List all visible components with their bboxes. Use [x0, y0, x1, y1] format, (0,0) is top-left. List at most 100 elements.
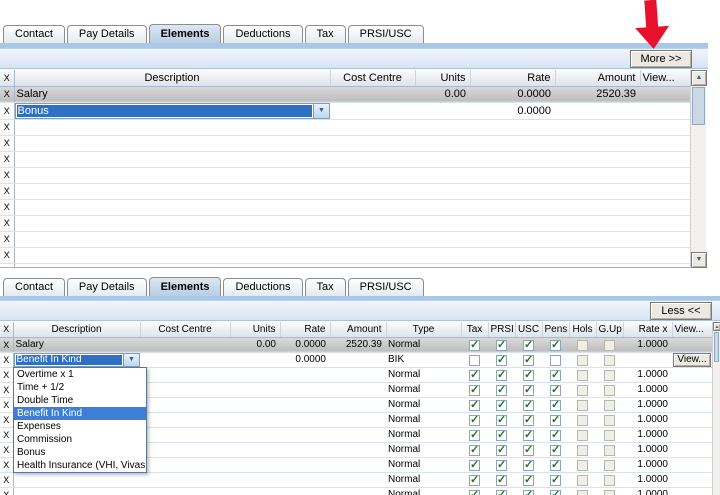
pens-checkbox[interactable]: [550, 475, 561, 486]
element-combobox[interactable]: Bonus ▼: [15, 103, 331, 119]
row-delete-button[interactable]: X: [0, 352, 13, 367]
vertical-scrollbar[interactable]: ▲ ▼: [690, 70, 706, 268]
tab-contact[interactable]: Contact: [3, 25, 65, 43]
bonus-row[interactable]: X Bonus ▼ 0.0000: [0, 102, 690, 119]
scroll-up-icon[interactable]: ▲: [691, 70, 707, 86]
usc-checkbox[interactable]: [523, 445, 534, 456]
usc-checkbox[interactable]: [523, 475, 534, 486]
tab-prsi-usc[interactable]: PRSI/USC: [348, 278, 424, 296]
tax-checkbox[interactable]: [469, 355, 480, 366]
tab-tax[interactable]: Tax: [305, 278, 346, 296]
less-button[interactable]: Less <<: [650, 302, 712, 320]
hols-checkbox[interactable]: [577, 460, 588, 471]
tax-checkbox[interactable]: [469, 370, 480, 381]
salary-row[interactable]: X Salary 0.00 0.0000 2520.39 Normal 1.00…: [0, 337, 712, 352]
row-delete-button[interactable]: X: [0, 215, 14, 231]
row-delete-button[interactable]: X: [0, 337, 13, 352]
row-delete-button[interactable]: X: [0, 427, 13, 442]
row-delete-button[interactable]: X: [0, 442, 13, 457]
pens-checkbox[interactable]: [550, 400, 561, 411]
dropdown-option[interactable]: Time + 1/2: [14, 381, 146, 394]
row-delete-button[interactable]: X: [0, 397, 13, 412]
pens-checkbox[interactable]: [550, 415, 561, 426]
dropdown-option[interactable]: Overtime x 1: [14, 368, 146, 381]
prsi-checkbox[interactable]: [496, 385, 507, 396]
tab-elements[interactable]: Elements: [149, 277, 222, 296]
row-delete-button[interactable]: X: [0, 102, 14, 119]
tax-checkbox[interactable]: [469, 490, 480, 495]
gup-checkbox[interactable]: [604, 340, 615, 351]
row-delete-button[interactable]: X: [0, 119, 14, 135]
pens-checkbox[interactable]: [550, 370, 561, 381]
gup-checkbox[interactable]: [604, 355, 615, 366]
row-delete-button[interactable]: X: [0, 199, 14, 215]
combobox-dropdown-icon[interactable]: ▼: [313, 104, 329, 118]
scrollbar-thumb[interactable]: [692, 87, 705, 125]
row-delete-button[interactable]: X: [0, 412, 13, 427]
hols-checkbox[interactable]: [577, 430, 588, 441]
tax-checkbox[interactable]: [469, 475, 480, 486]
prsi-checkbox[interactable]: [496, 355, 507, 366]
dropdown-option[interactable]: Commission: [14, 433, 146, 446]
pens-checkbox[interactable]: [550, 340, 561, 351]
usc-checkbox[interactable]: [523, 370, 534, 381]
pens-checkbox[interactable]: [550, 430, 561, 441]
usc-checkbox[interactable]: [523, 415, 534, 426]
gup-checkbox[interactable]: [604, 370, 615, 381]
prsi-checkbox[interactable]: [496, 400, 507, 411]
usc-checkbox[interactable]: [523, 400, 534, 411]
scrollbar-thumb[interactable]: [714, 332, 719, 362]
tax-checkbox[interactable]: [469, 430, 480, 441]
pens-checkbox[interactable]: [550, 460, 561, 471]
row-delete-button[interactable]: X: [0, 472, 13, 487]
row-delete-button[interactable]: X: [0, 135, 14, 151]
tax-checkbox[interactable]: [469, 340, 480, 351]
prsi-checkbox[interactable]: [496, 475, 507, 486]
tax-checkbox[interactable]: [469, 415, 480, 426]
row-delete-button[interactable]: X: [0, 382, 13, 397]
dropdown-option[interactable]: Expenses: [14, 420, 146, 433]
dropdown-option[interactable]: Health Insurance (VHI, Vivas: [14, 459, 146, 472]
pens-checkbox[interactable]: [550, 490, 561, 495]
prsi-checkbox[interactable]: [496, 415, 507, 426]
tax-checkbox[interactable]: [469, 445, 480, 456]
gup-checkbox[interactable]: [604, 415, 615, 426]
row-delete-button[interactable]: X: [0, 86, 14, 102]
tax-checkbox[interactable]: [469, 385, 480, 396]
row-delete-button[interactable]: X: [0, 167, 14, 183]
row-delete-button[interactable]: X: [0, 457, 13, 472]
dropdown-option[interactable]: Double Time: [14, 394, 146, 407]
hols-checkbox[interactable]: [577, 445, 588, 456]
row-delete-button[interactable]: X: [0, 183, 14, 199]
view-button[interactable]: View...: [673, 353, 710, 367]
tab-pay-details[interactable]: Pay Details: [67, 25, 147, 43]
prsi-checkbox[interactable]: [496, 340, 507, 351]
pens-checkbox[interactable]: [550, 355, 561, 366]
gup-checkbox[interactable]: [604, 475, 615, 486]
usc-checkbox[interactable]: [523, 490, 534, 495]
hols-checkbox[interactable]: [577, 355, 588, 366]
gup-checkbox[interactable]: [604, 430, 615, 441]
gup-checkbox[interactable]: [604, 445, 615, 456]
prsi-checkbox[interactable]: [496, 445, 507, 456]
pens-checkbox[interactable]: [550, 445, 561, 456]
tab-pay-details[interactable]: Pay Details: [67, 278, 147, 296]
gup-checkbox[interactable]: [604, 385, 615, 396]
hols-checkbox[interactable]: [577, 490, 588, 495]
prsi-checkbox[interactable]: [496, 460, 507, 471]
tab-contact[interactable]: Contact: [3, 278, 65, 296]
prsi-checkbox[interactable]: [496, 490, 507, 495]
usc-checkbox[interactable]: [523, 355, 534, 366]
dropdown-option[interactable]: Bonus: [14, 446, 146, 459]
element-combobox[interactable]: Benefit In Kind ▼: [14, 353, 141, 367]
dropdown-option[interactable]: Benefit In Kind: [14, 407, 146, 420]
hols-checkbox[interactable]: [577, 415, 588, 426]
scroll-up-icon[interactable]: ▲: [713, 322, 720, 331]
more-button[interactable]: More >>: [630, 50, 692, 68]
row-delete-button[interactable]: X: [0, 263, 14, 268]
row-delete-button[interactable]: X: [0, 151, 14, 167]
row-delete-button[interactable]: X: [0, 487, 13, 495]
combobox-dropdown-icon[interactable]: ▼: [123, 354, 139, 366]
salary-row[interactable]: X Salary 0.00 0.0000 2520.39: [0, 86, 690, 102]
prsi-checkbox[interactable]: [496, 370, 507, 381]
